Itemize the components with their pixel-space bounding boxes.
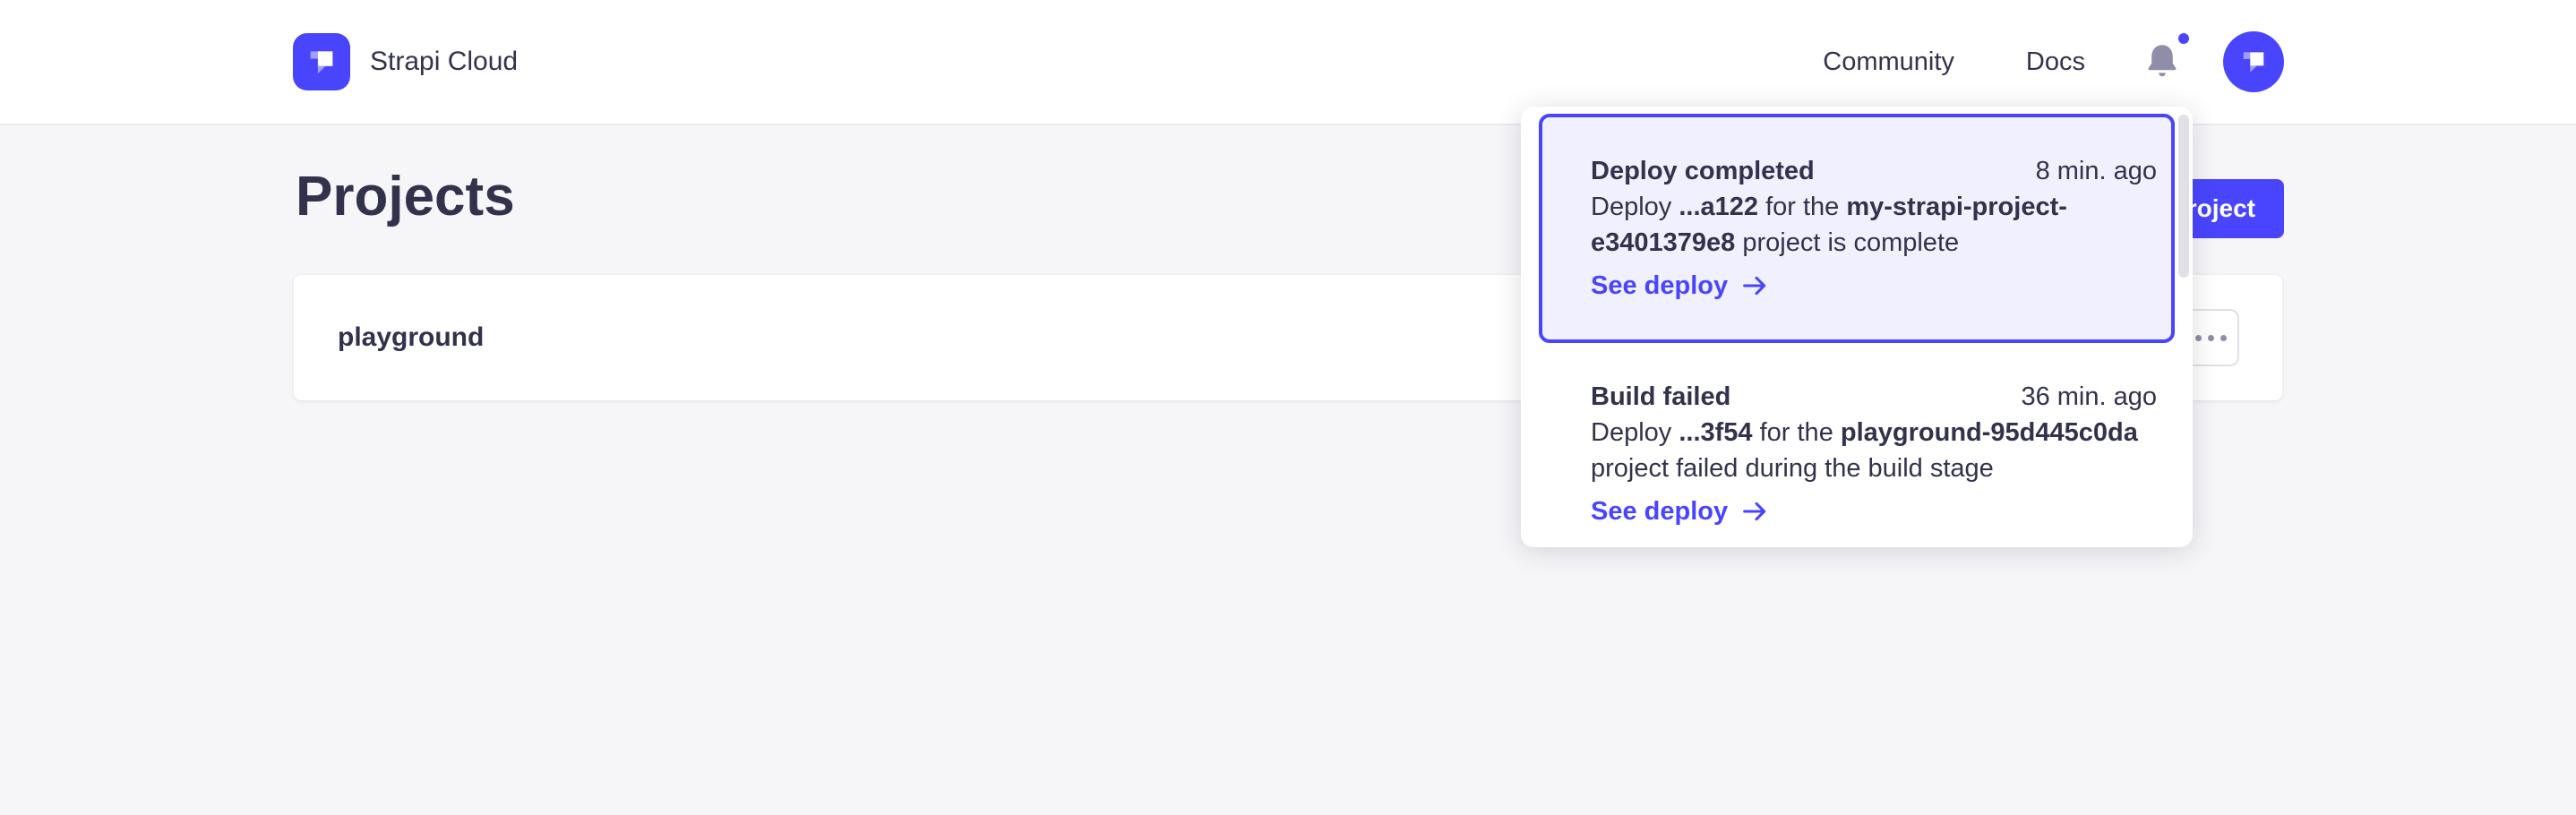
notifications-bell-button[interactable] xyxy=(2141,40,2184,83)
scrollbar-thumb[interactable] xyxy=(2178,115,2189,278)
nav-link-community[interactable]: Community xyxy=(1823,47,1954,77)
see-deploy-link[interactable]: See deploy xyxy=(1591,493,2157,529)
notification-build-failed[interactable]: Build failed 36 min. ago Deploy ...3f54 … xyxy=(1521,343,2193,547)
unread-notification-dot xyxy=(2178,33,2189,44)
notification-deploy-completed[interactable]: Deploy completed 8 min. ago Deploy ...a1… xyxy=(1539,114,2175,343)
notification-body: Deploy ...a122 for the my-strapi-project… xyxy=(1591,189,2157,261)
ellipsis-icon xyxy=(2195,335,2202,341)
brand-name: Strapi Cloud xyxy=(370,47,518,77)
notification-body: Deploy ...3f54 for the playground-95d445… xyxy=(1591,415,2157,486)
navbar-right: Community Docs xyxy=(1823,31,2284,92)
notification-title: Build failed xyxy=(1591,379,1730,415)
arrow-right-icon xyxy=(1740,497,1769,526)
project-name: playground xyxy=(338,322,484,353)
bell-icon xyxy=(2141,40,2184,83)
notification-time: 8 min. ago xyxy=(2036,153,2157,189)
notification-time: 36 min. ago xyxy=(2021,379,2157,415)
notification-title: Deploy completed xyxy=(1591,153,1815,189)
user-avatar-button[interactable] xyxy=(2223,31,2284,92)
page-title: Projects xyxy=(296,154,515,240)
brand-home-link[interactable]: Strapi Cloud xyxy=(293,33,518,90)
strapi-avatar-icon xyxy=(2236,44,2271,80)
top-navbar: Strapi Cloud Community Docs xyxy=(0,0,2576,125)
nav-link-docs[interactable]: Docs xyxy=(2026,47,2085,77)
arrow-right-icon xyxy=(1740,271,1769,300)
notifications-dropdown: Deploy completed 8 min. ago Deploy ...a1… xyxy=(1521,107,2193,547)
strapi-logo-icon xyxy=(293,33,350,90)
see-deploy-link[interactable]: See deploy xyxy=(1591,268,2157,304)
